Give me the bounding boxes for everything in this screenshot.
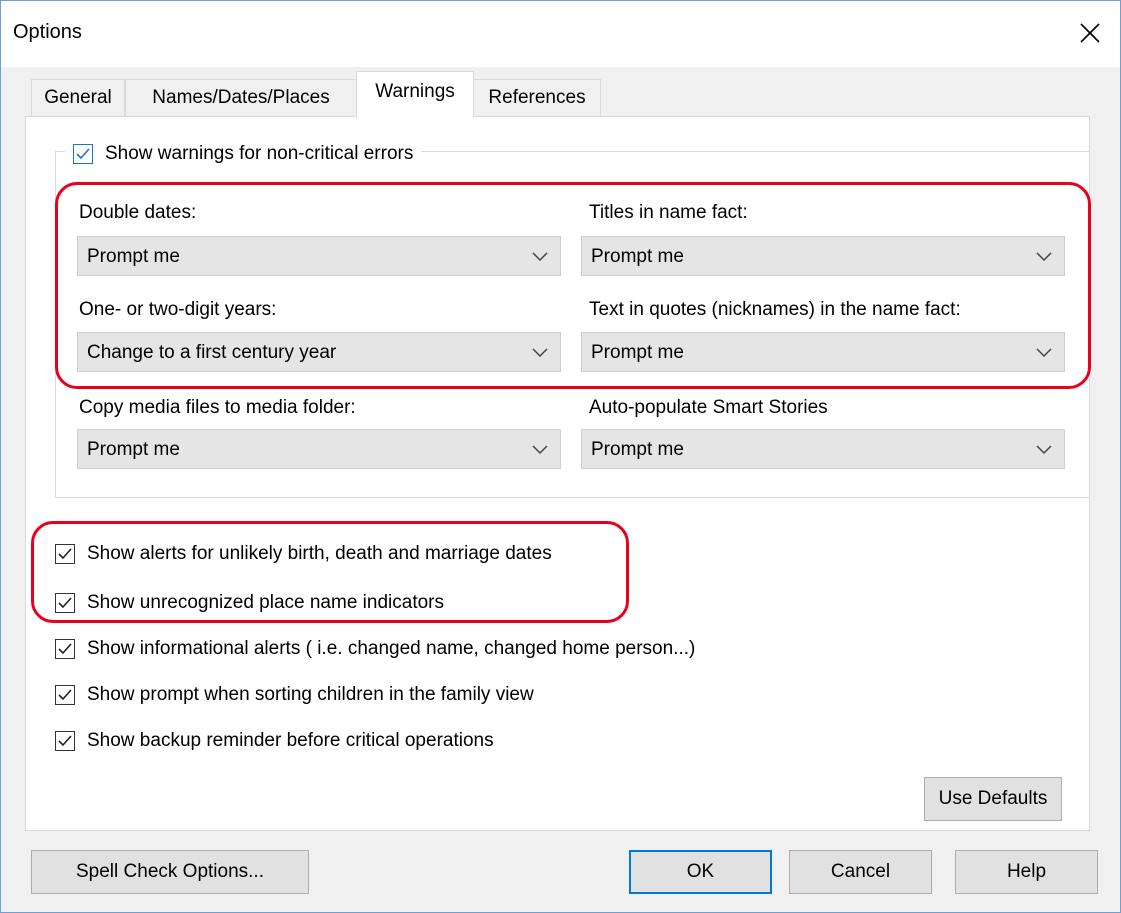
tab-general-label: General [44, 87, 112, 108]
smart-stories-select[interactable]: Prompt me [581, 429, 1065, 469]
titles-in-name-value: Prompt me [591, 246, 684, 267]
chevron-down-icon [532, 348, 548, 358]
show-warnings-label: Show warnings for non-critical errors [105, 143, 414, 164]
informational-alerts-checkbox[interactable]: Show informational alerts ( i.e. changed… [55, 634, 695, 664]
quotes-in-name-label: Text in quotes (nicknames) in the name f… [589, 299, 961, 320]
copy-media-value: Prompt me [87, 439, 180, 460]
smart-stories-value: Prompt me [591, 439, 684, 460]
short-years-label: One- or two-digit years: [79, 299, 277, 320]
sorting-prompt-checkbox[interactable]: Show prompt when sorting children in the… [55, 680, 534, 710]
chevron-down-icon [1036, 445, 1052, 455]
tab-names-dates-places-label: Names/Dates/Places [152, 87, 330, 108]
window-title: Options [13, 21, 82, 43]
checkmark-icon [58, 689, 72, 701]
backup-reminder-checkbox-box[interactable] [55, 731, 75, 751]
short-years-value: Change to a first century year [87, 342, 337, 363]
close-icon [1080, 23, 1100, 43]
informational-alerts-label: Show informational alerts ( i.e. changed… [87, 638, 696, 659]
ok-button[interactable]: OK [629, 850, 772, 894]
checkmark-icon [58, 643, 72, 655]
unrecognized-places-checkbox-box[interactable] [55, 593, 75, 613]
unlikely-dates-checkbox-box[interactable] [55, 544, 75, 564]
titles-in-name-label: Titles in name fact: [589, 202, 748, 223]
backup-reminder-checkbox[interactable]: Show backup reminder before critical ope… [55, 726, 494, 756]
titles-in-name-select[interactable]: Prompt me [581, 236, 1065, 276]
smart-stories-label: Auto-populate Smart Stories [589, 397, 828, 418]
title-bar: Options [1, 1, 1120, 67]
chevron-down-icon [1036, 252, 1052, 262]
quotes-in-name-select[interactable]: Prompt me [581, 332, 1065, 372]
tab-references[interactable]: References [473, 79, 601, 116]
double-dates-value: Prompt me [87, 246, 180, 267]
quotes-in-name-value: Prompt me [591, 342, 684, 363]
show-warnings-checkbox[interactable]: Show warnings for non-critical errors [65, 139, 422, 169]
unlikely-dates-label: Show alerts for unlikely birth, death an… [87, 543, 552, 564]
tab-warnings-label: Warnings [375, 81, 455, 102]
copy-media-label: Copy media files to media folder: [79, 397, 356, 418]
tab-references-label: References [488, 87, 586, 108]
tab-names-dates-places[interactable]: Names/Dates/Places [125, 79, 357, 116]
chevron-down-icon [532, 252, 548, 262]
double-dates-select[interactable]: Prompt me [77, 236, 561, 276]
cancel-button[interactable]: Cancel [789, 850, 932, 894]
use-defaults-button[interactable]: Use Defaults [924, 777, 1062, 821]
unlikely-dates-checkbox[interactable]: Show alerts for unlikely birth, death an… [55, 539, 552, 569]
chevron-down-icon [532, 445, 548, 455]
sorting-prompt-label: Show prompt when sorting children in the… [87, 684, 534, 705]
unrecognized-places-checkbox[interactable]: Show unrecognized place name indicators [55, 588, 444, 618]
show-warnings-checkbox-box[interactable] [73, 144, 93, 164]
close-button[interactable] [1060, 1, 1120, 67]
unrecognized-places-label: Show unrecognized place name indicators [87, 592, 444, 613]
tab-warnings[interactable]: Warnings [356, 71, 474, 118]
tab-general[interactable]: General [31, 79, 125, 116]
double-dates-label: Double dates: [79, 202, 197, 223]
checkmark-icon [58, 548, 72, 560]
help-button[interactable]: Help [955, 850, 1098, 894]
informational-alerts-checkbox-box[interactable] [55, 639, 75, 659]
options-dialog: Options General Names/Dates/Places Warni… [0, 0, 1121, 913]
short-years-select[interactable]: Change to a first century year [77, 332, 561, 372]
backup-reminder-label: Show backup reminder before critical ope… [87, 730, 494, 751]
chevron-down-icon [1036, 348, 1052, 358]
sorting-prompt-checkbox-box[interactable] [55, 685, 75, 705]
checkmark-icon [58, 735, 72, 747]
copy-media-select[interactable]: Prompt me [77, 429, 561, 469]
checkmark-icon [76, 148, 90, 160]
checkmark-icon [58, 597, 72, 609]
spell-check-options-button[interactable]: Spell Check Options... [31, 850, 309, 894]
